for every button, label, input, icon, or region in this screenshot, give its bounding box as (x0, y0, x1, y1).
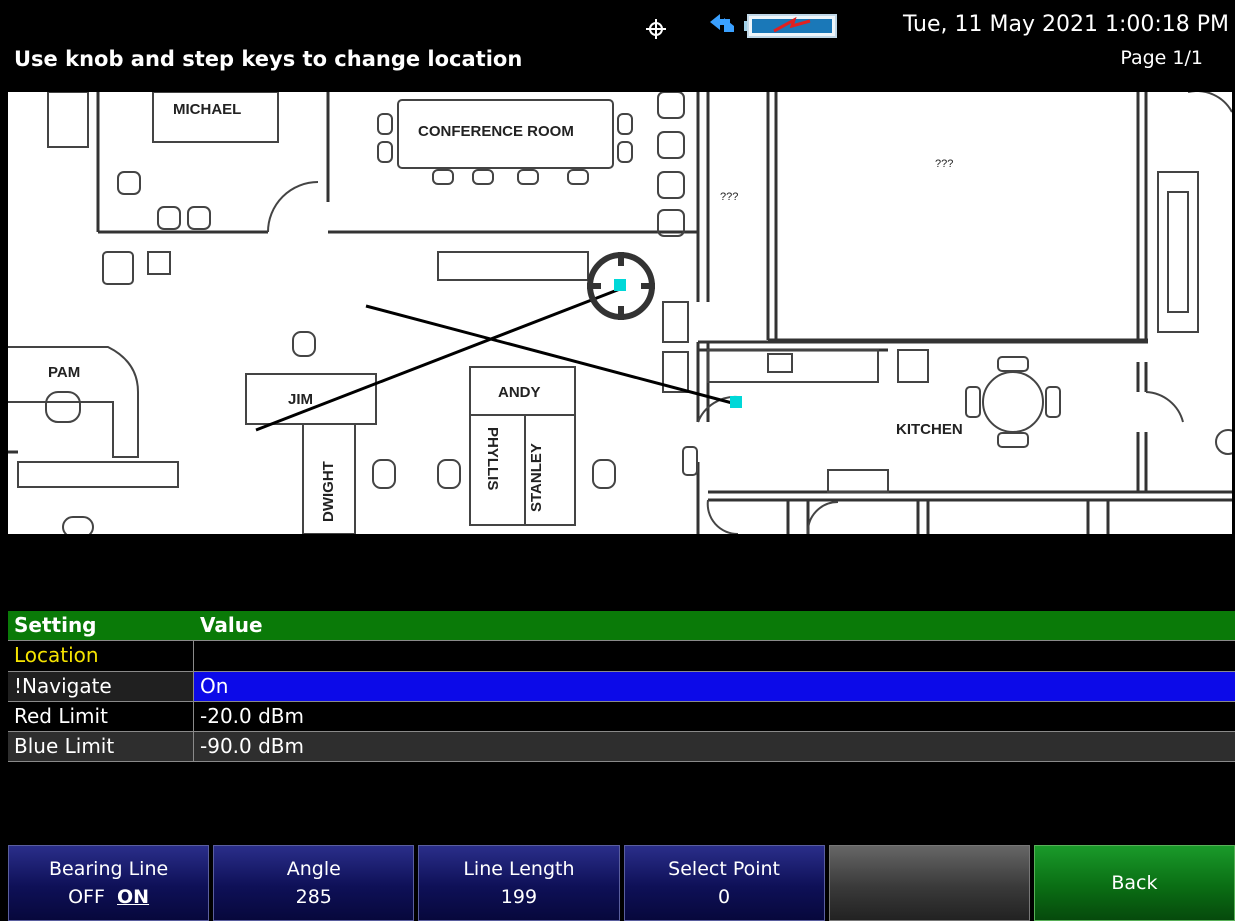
setting-label: Red Limit (8, 702, 194, 731)
softkey-value: 199 (500, 886, 538, 908)
softkey-label: Select Point (668, 858, 781, 880)
floorplan-map[interactable]: MICHAEL CONFERENCE ROOM PAM JIM ANDY KIT… (8, 92, 1232, 534)
angle-button[interactable]: Angle 285 (213, 845, 415, 921)
softkey-value: 285 (295, 886, 332, 908)
softkey-label: Back (1111, 872, 1158, 894)
svg-text:JIM: JIM (288, 391, 313, 408)
setting-label: !Navigate (8, 672, 194, 701)
table-row-red-limit[interactable]: Red Limit -20.0 dBm (8, 702, 1235, 732)
line-length-button[interactable]: Line Length 199 (418, 845, 620, 921)
setting-value: -90.0 dBm (200, 734, 305, 758)
battery-icon (744, 14, 837, 38)
softkey-value: 0 (718, 886, 731, 908)
svg-text:???: ??? (935, 158, 953, 170)
back-button[interactable]: Back (1033, 845, 1235, 921)
toggle-on: ON (117, 886, 150, 908)
setting-value: On (194, 672, 1235, 701)
svg-text:MICHAEL: MICHAEL (173, 101, 241, 118)
setting-label: Blue Limit (8, 732, 194, 761)
page-indicator: Page 1/1 (1120, 47, 1203, 69)
blank-softkey[interactable] (828, 845, 1030, 921)
setting-value: -20.0 dBm (200, 704, 305, 728)
setting-value (194, 641, 1235, 671)
softkey-label: Angle (286, 858, 341, 880)
svg-text:PAM: PAM (48, 364, 80, 381)
table-row-location[interactable]: Location (8, 641, 1235, 672)
svg-text:CONFERENCE ROOM: CONFERENCE ROOM (418, 123, 574, 140)
svg-text:ANDY: ANDY (498, 384, 541, 401)
table-header-row: Setting Value (8, 611, 1235, 641)
softkey-label: Bearing Line (48, 858, 169, 880)
toggle-off: OFF (68, 886, 105, 908)
svg-text:???: ??? (720, 191, 738, 203)
select-point-button[interactable]: Select Point 0 (623, 845, 825, 921)
gps-crosshair-icon (646, 19, 666, 39)
table-row-navigate[interactable]: !Navigate On (8, 672, 1235, 702)
instruction-text: Use knob and step keys to change locatio… (14, 47, 523, 71)
status-bar: Tue, 11 May 2021 1:00:18 PM Use knob and… (0, 0, 1235, 92)
header-setting: Setting (8, 611, 194, 640)
datetime-display: Tue, 11 May 2021 1:00:18 PM (902, 12, 1229, 37)
svg-text:KITCHEN: KITCHEN (896, 421, 963, 438)
table-row-blue-limit[interactable]: Blue Limit -90.0 dBm (8, 732, 1235, 762)
svg-text:PHYLLIS: PHYLLIS (484, 427, 501, 490)
softkey-bar: Bearing Line OFF ON Angle 285 Line Lengt… (8, 845, 1235, 921)
setting-label: Location (8, 641, 194, 671)
settings-table: Setting Value Location !Navigate On Red … (8, 611, 1235, 762)
svg-text:DWIGHT: DWIGHT (320, 461, 337, 522)
header-value: Value (200, 613, 263, 637)
softkey-label: Line Length (463, 858, 575, 880)
network-icon (710, 14, 734, 32)
bearing-line-button[interactable]: Bearing Line OFF ON (8, 845, 210, 921)
svg-text:STANLEY: STANLEY (528, 443, 545, 512)
bearing-line-toggle: OFF ON (9, 883, 208, 911)
